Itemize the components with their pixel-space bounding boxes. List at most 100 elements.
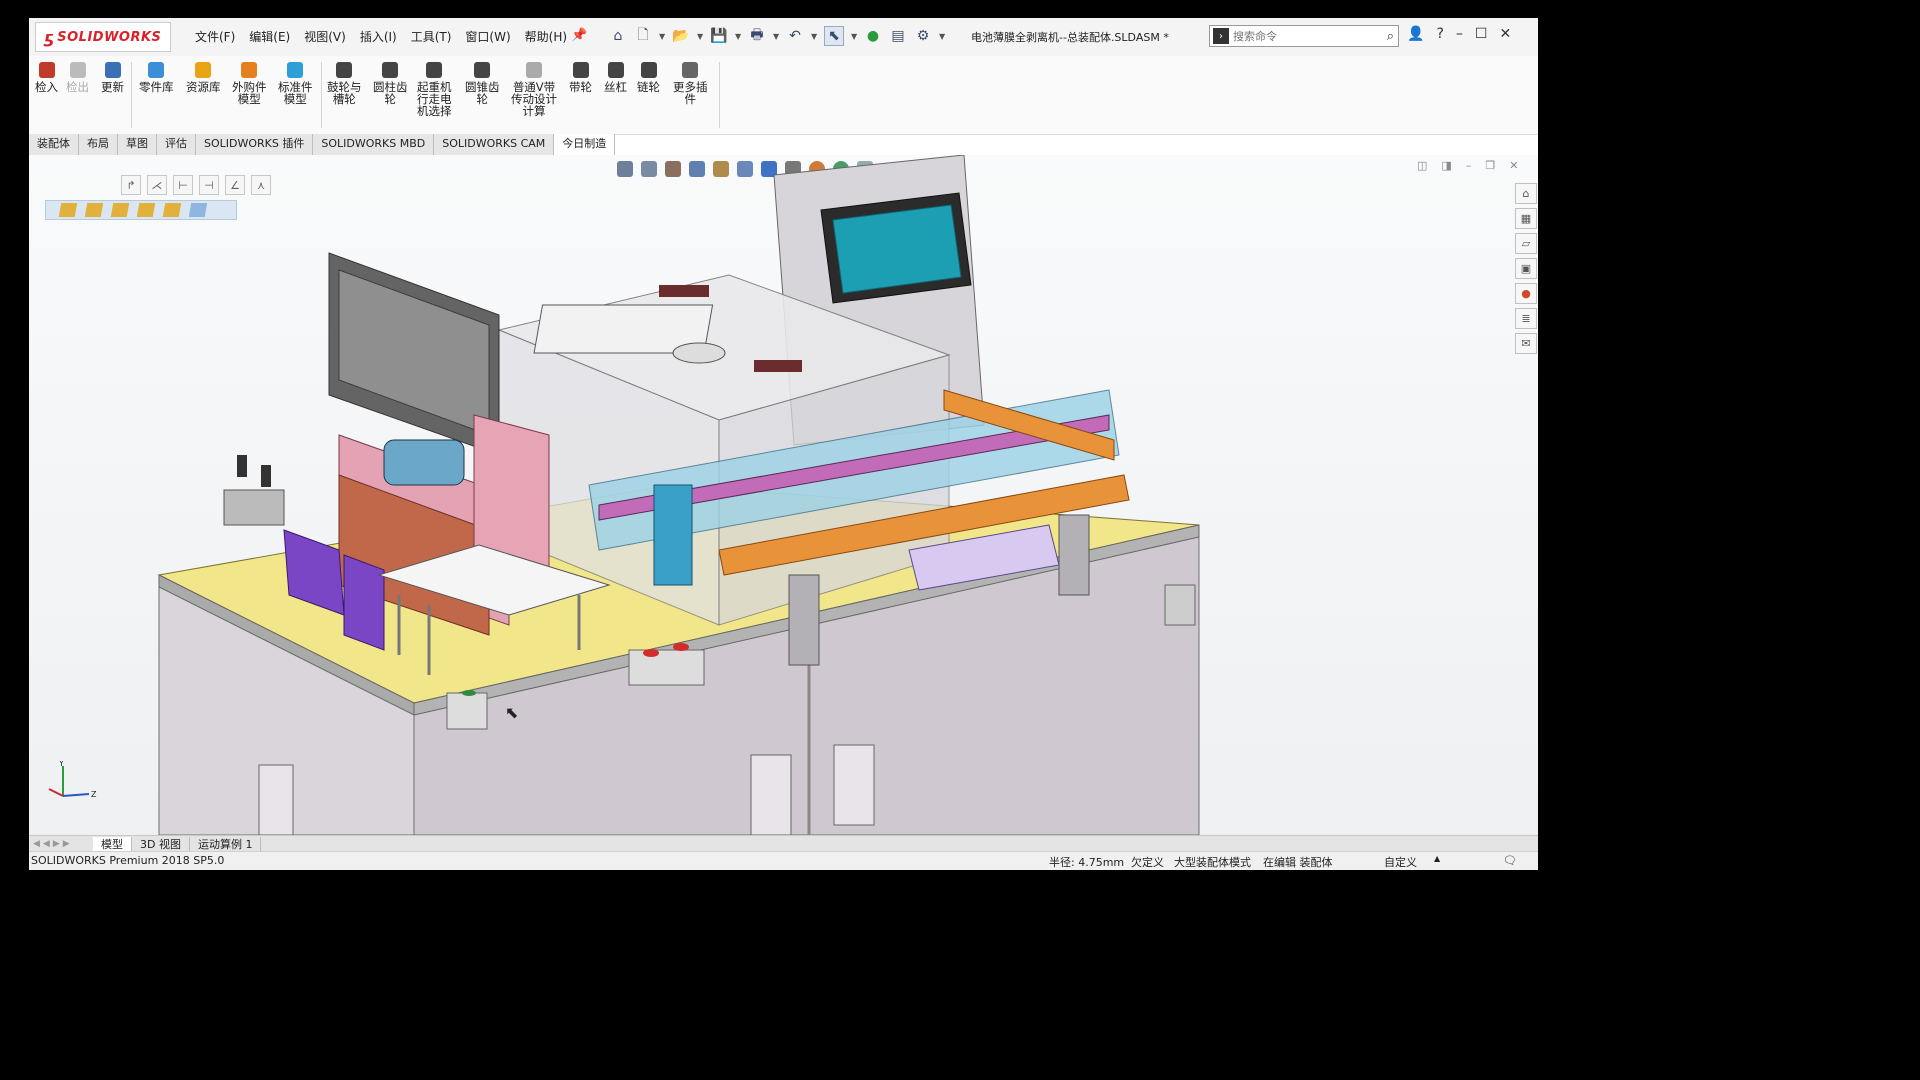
bottom-tab-2[interactable]: 运动算例 1 — [190, 836, 262, 852]
open-dropdown-icon[interactable]: ▼ — [697, 32, 703, 41]
options-dropdown-icon[interactable]: ▼ — [939, 32, 945, 41]
tab-5[interactable]: SOLIDWORKS MBD — [313, 134, 435, 155]
toolbar-pulley-button[interactable]: 带轮 — [569, 62, 592, 93]
tab-4[interactable]: SOLIDWORKS 插件 — [196, 134, 314, 155]
toolbar-label: 鼓轮与 槽轮 — [327, 80, 362, 106]
tab-3[interactable]: 评估 — [157, 134, 196, 155]
red-button — [673, 643, 689, 651]
bottom-tab-1[interactable]: 3D 视图 — [132, 836, 190, 852]
menu-insert[interactable]: 插入(I) — [360, 28, 397, 45]
toolbar-bevel-gear-button[interactable]: 圆锥齿 轮 — [465, 62, 500, 105]
bottom-tab-0[interactable]: 模型 — [93, 836, 132, 852]
machine-assembly-model[interactable] — [29, 155, 1538, 835]
toolbar-separator — [719, 62, 720, 128]
toolbar-purchased-part-button[interactable]: 外购件 模型 — [232, 62, 267, 105]
pin-menu-icon[interactable]: 📌 — [571, 28, 587, 43]
home-icon[interactable]: ⌂ — [609, 27, 627, 45]
select-dropdown-icon[interactable]: ▼ — [851, 32, 857, 41]
tab-scroll-arrows-icon[interactable]: ◀◀▶▶ — [29, 839, 93, 849]
large-assembly-mode: 大型装配体模式 — [1174, 856, 1251, 869]
model-tabs-bar: ◀◀▶▶ 模型 3D 视图 运动算例 1 — [29, 835, 1538, 852]
help-icon[interactable]: ? — [1436, 26, 1443, 42]
rebuild-icon[interactable]: ● — [864, 27, 882, 45]
definition-status: 欠定义 — [1131, 856, 1164, 869]
emergency-button-box — [628, 649, 705, 686]
tab-2[interactable]: 草图 — [118, 134, 157, 155]
graphics-area[interactable]: ↱ ⋌ ⊢ ⊣ ∠ ⋏ ◫ ◨ – ❐ ✕ ⌂ ▦ ▱ ▣ ● ≣ ✉ Y Z … — [29, 155, 1538, 835]
tab-6[interactable]: SOLIDWORKS CAM — [434, 134, 555, 155]
undo-dropdown-icon[interactable]: ▼ — [811, 32, 817, 41]
cabinet-handle-left — [750, 754, 792, 835]
toolbar-crane-motor-button[interactable]: 起重机 行走电 机选择 — [417, 62, 452, 117]
tab-7[interactable]: 今日制造 — [554, 134, 616, 155]
toolbar-update-button[interactable]: 更新 — [101, 62, 124, 93]
crane-motor-icon — [426, 62, 443, 78]
file-properties-icon[interactable]: ▤ — [889, 27, 907, 45]
menu-file[interactable]: 文件(F) — [195, 28, 235, 45]
toolbar-label: 链轮 — [637, 80, 660, 94]
toolbar-pdm-check-in-button[interactable]: 检入 — [35, 62, 58, 93]
new-dropdown-icon[interactable]: ▼ — [659, 32, 665, 41]
pdm-check-out-icon — [69, 62, 86, 78]
standard-part-icon — [287, 62, 304, 78]
print-icon[interactable]: 🖶 — [748, 27, 766, 45]
tab-1[interactable]: 布局 — [79, 134, 118, 155]
maximize-icon[interactable]: ☐ — [1475, 26, 1488, 42]
tab-0[interactable]: 装配体 — [29, 134, 79, 155]
cabinet-handle-right — [833, 744, 875, 826]
toolbar-label: 标准件 模型 — [278, 80, 313, 106]
toolbar-more-plugins-button[interactable]: 更多插 件 — [673, 62, 708, 105]
units-selector[interactable]: 自定义 — [1384, 854, 1417, 870]
search-icon[interactable]: ⌕ — [1387, 29, 1394, 44]
toolbar-lead-screw-button[interactable]: 丝杠 — [604, 62, 627, 93]
toolbar-pdm-check-out-button[interactable]: 检出 — [66, 62, 89, 93]
menu-view[interactable]: 视图(V) — [304, 28, 346, 45]
update-icon — [104, 62, 121, 78]
undo-icon[interactable]: ↶ — [786, 27, 804, 45]
parts-library-icon — [148, 62, 165, 78]
toolbar-sprocket-button[interactable]: 链轮 — [637, 62, 660, 93]
green-button — [462, 690, 476, 696]
minimize-icon[interactable]: – — [1456, 26, 1463, 42]
pdm-check-in-icon — [38, 62, 55, 78]
select-pointer-icon[interactable]: ⬉ — [824, 26, 844, 46]
menu-tools[interactable]: 工具(T) — [411, 28, 452, 45]
options-gear-icon[interactable]: ⚙ — [914, 27, 932, 45]
ds-logo-icon: ƽ — [44, 27, 55, 47]
close-icon[interactable]: ✕ — [1499, 26, 1511, 42]
new-document-icon[interactable]: 🗋 — [634, 27, 652, 45]
toolbar-label: 起重机 行走电 机选择 — [417, 80, 452, 118]
toolbar-drum-wheel-button[interactable]: 鼓轮与 槽轮 — [327, 62, 362, 105]
status-bar: SOLIDWORKS Premium 2018 SP5.0 半径: 4.75mm… — [29, 851, 1538, 870]
toolbar-resource-library-button[interactable]: 资源库 — [186, 62, 221, 93]
product-version: SOLIDWORKS Premium 2018 SP5.0 — [31, 854, 225, 867]
toolbar-spur-gear-button[interactable]: 圆柱齿 轮 — [373, 62, 408, 105]
save-icon[interactable]: 💾 — [710, 27, 728, 45]
solidworks-logo[interactable]: ƽ SOLIDWORKS — [35, 22, 171, 52]
toolbar-label: 资源库 — [186, 80, 221, 94]
red-button — [643, 649, 659, 657]
units-dropdown-icon[interactable]: ▲ — [1434, 854, 1440, 863]
toolbar-label: 外购件 模型 — [232, 80, 267, 106]
toolbar-label: 更多插 件 — [673, 80, 708, 106]
toolbar-parts-library-button[interactable]: 零件库 — [139, 62, 174, 93]
side-handle — [258, 764, 294, 835]
sensor — [237, 455, 247, 477]
menu-window[interactable]: 窗口(W) — [465, 28, 510, 45]
search-input[interactable]: 搜索命令 — [1233, 28, 1277, 44]
more-plugins-icon — [682, 62, 699, 78]
search-commands-box[interactable]: › 搜索命令 ⌕ — [1209, 25, 1399, 47]
menu-edit[interactable]: 编辑(E) — [249, 28, 290, 45]
toolbar-v-belt-button[interactable]: 普通V带 传动设计 计算 — [511, 62, 557, 117]
user-account-icon[interactable]: 👤 — [1407, 26, 1424, 42]
save-dropdown-icon[interactable]: ▼ — [735, 32, 741, 41]
open-folder-icon[interactable]: 📂 — [672, 27, 690, 45]
pulley-icon — [572, 62, 589, 78]
help-bubble-icon[interactable]: 🗨 — [1503, 854, 1517, 867]
toolbar-standard-part-button[interactable]: 标准件 模型 — [278, 62, 313, 105]
toolbar-label: 检入 — [35, 80, 58, 94]
print-dropdown-icon[interactable]: ▼ — [773, 32, 779, 41]
sensor — [261, 465, 271, 487]
toolbar-label: 更新 — [101, 80, 124, 94]
menu-help[interactable]: 帮助(H) — [525, 28, 567, 45]
